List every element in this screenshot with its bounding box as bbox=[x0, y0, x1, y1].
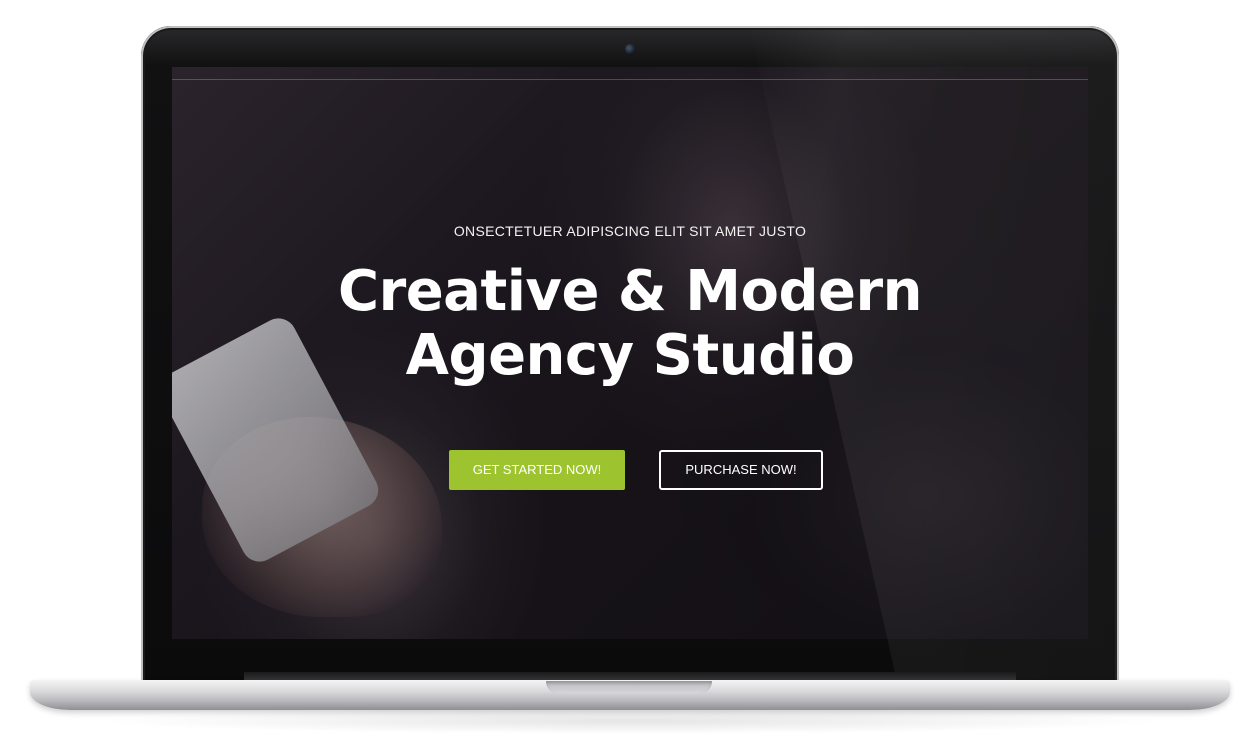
camera-icon bbox=[625, 44, 635, 54]
hero-headline-line-2: Agency Studio bbox=[405, 323, 855, 388]
purchase-button[interactable]: PURCHASE NOW! bbox=[659, 450, 823, 490]
hero-headline-line-1: Creative & Modern bbox=[337, 259, 923, 324]
get-started-button[interactable]: GET STARTED NOW! bbox=[449, 450, 625, 490]
hero-headline: Creative & Modern Agency Studio bbox=[172, 260, 1088, 388]
laptop-shadow bbox=[90, 708, 1170, 734]
laptop-notch bbox=[546, 681, 712, 694]
laptop-screen: ONSECTETUER ADIPISCING ELIT SIT AMET JUS… bbox=[172, 67, 1088, 639]
hero-tagline: ONSECTETUER ADIPISCING ELIT SIT AMET JUS… bbox=[453, 223, 807, 239]
laptop-mockup: ONSECTETUER ADIPISCING ELIT SIT AMET JUS… bbox=[0, 0, 1260, 755]
hero-section: ONSECTETUER ADIPISCING ELIT SIT AMET JUS… bbox=[172, 67, 1088, 639]
